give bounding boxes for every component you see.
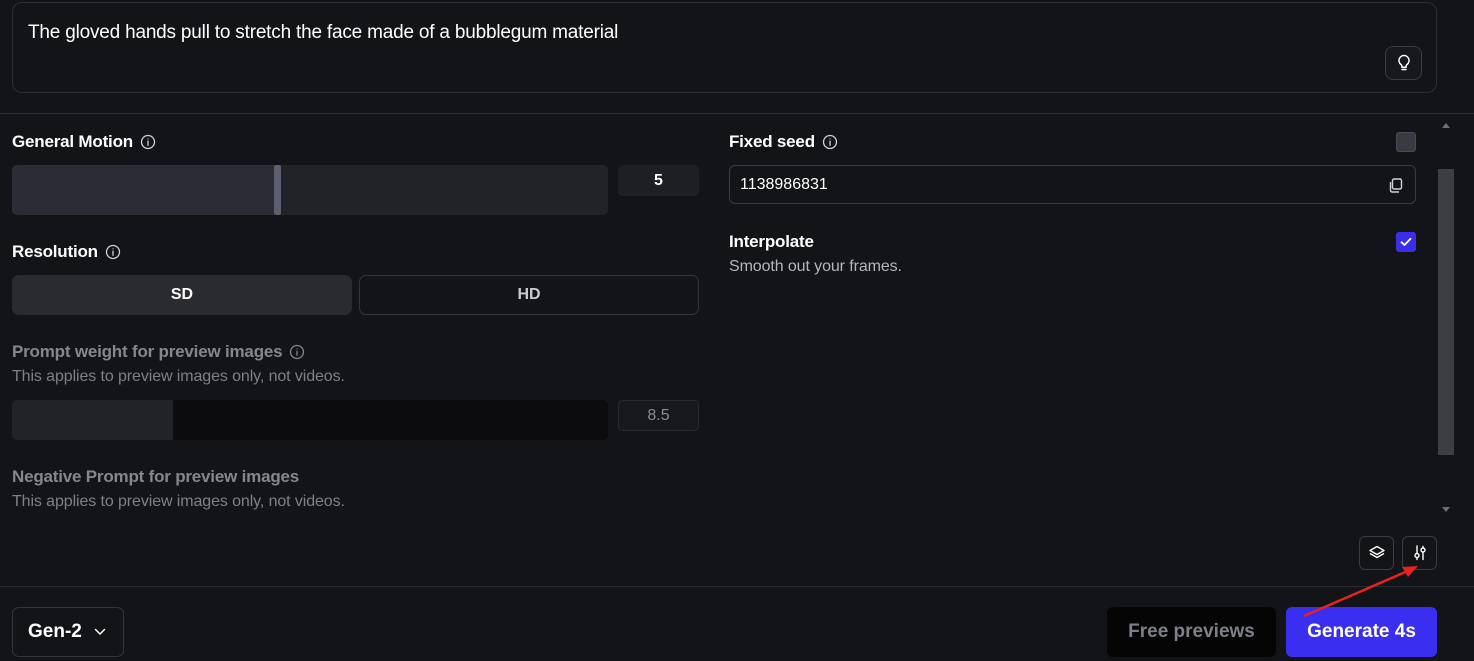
resolution-label: Resolution [12, 242, 121, 262]
general-motion-label: General Motion [12, 132, 156, 152]
general-motion-value[interactable]: 5 [618, 165, 699, 196]
interpolate-checkbox[interactable] [1396, 232, 1416, 252]
section-divider [0, 113, 1474, 114]
info-icon[interactable] [289, 344, 305, 360]
generation-panel: The gloved hands pull to stretch the fac… [0, 0, 1474, 661]
negative-prompt-description: This applies to preview images only, not… [12, 493, 345, 510]
interpolate-label: Interpolate [729, 232, 814, 251]
prompt-textarea[interactable]: The gloved hands pull to stretch the fac… [12, 2, 1437, 93]
prompt-text[interactable]: The gloved hands pull to stretch the fac… [28, 22, 618, 44]
interpolate-description: Smooth out your frames. [729, 258, 902, 275]
resolution-sd-option[interactable]: SD [12, 275, 352, 315]
general-motion-slider[interactable] [12, 165, 608, 215]
settings-scrollbar[interactable] [1437, 115, 1455, 520]
model-select-value: Gen-2 [28, 621, 82, 642]
scroll-up-arrow-icon[interactable] [1442, 123, 1450, 128]
scroll-thumb[interactable] [1438, 169, 1454, 455]
seed-input[interactable]: 1138986831 [729, 165, 1416, 204]
prompt-weight-description: This applies to preview images only, not… [12, 368, 345, 385]
annotation-arrow-icon [1303, 566, 1418, 618]
checkmark-icon [1400, 237, 1412, 246]
fixed-seed-checkbox[interactable] [1396, 132, 1416, 152]
seed-value[interactable]: 1138986831 [740, 176, 828, 194]
slider-handle[interactable] [274, 165, 282, 215]
fixed-seed-label: Fixed seed [729, 132, 838, 152]
slider-fill [12, 165, 275, 215]
prompt-suggest-button[interactable] [1385, 46, 1422, 80]
prompt-weight-value[interactable]: 8.5 [618, 400, 699, 431]
info-icon[interactable] [822, 134, 838, 150]
scroll-down-arrow-icon[interactable] [1442, 507, 1450, 512]
chevron-down-icon [94, 628, 106, 635]
prompt-weight-label: Prompt weight for preview images [12, 342, 305, 362]
copy-icon[interactable] [1387, 177, 1404, 194]
free-previews-button[interactable]: Free previews [1107, 607, 1276, 657]
prompt-weight-slider[interactable] [12, 400, 608, 440]
negative-prompt-label: Negative Prompt for preview images [12, 467, 300, 486]
lightbulb-icon [1397, 54, 1410, 71]
resolution-hd-option[interactable]: HD [359, 275, 699, 315]
model-select[interactable]: Gen-2 [12, 607, 124, 657]
footer-divider [0, 586, 1474, 587]
info-icon[interactable] [140, 134, 156, 150]
slider-fill [12, 400, 173, 440]
info-icon[interactable] [105, 244, 121, 260]
